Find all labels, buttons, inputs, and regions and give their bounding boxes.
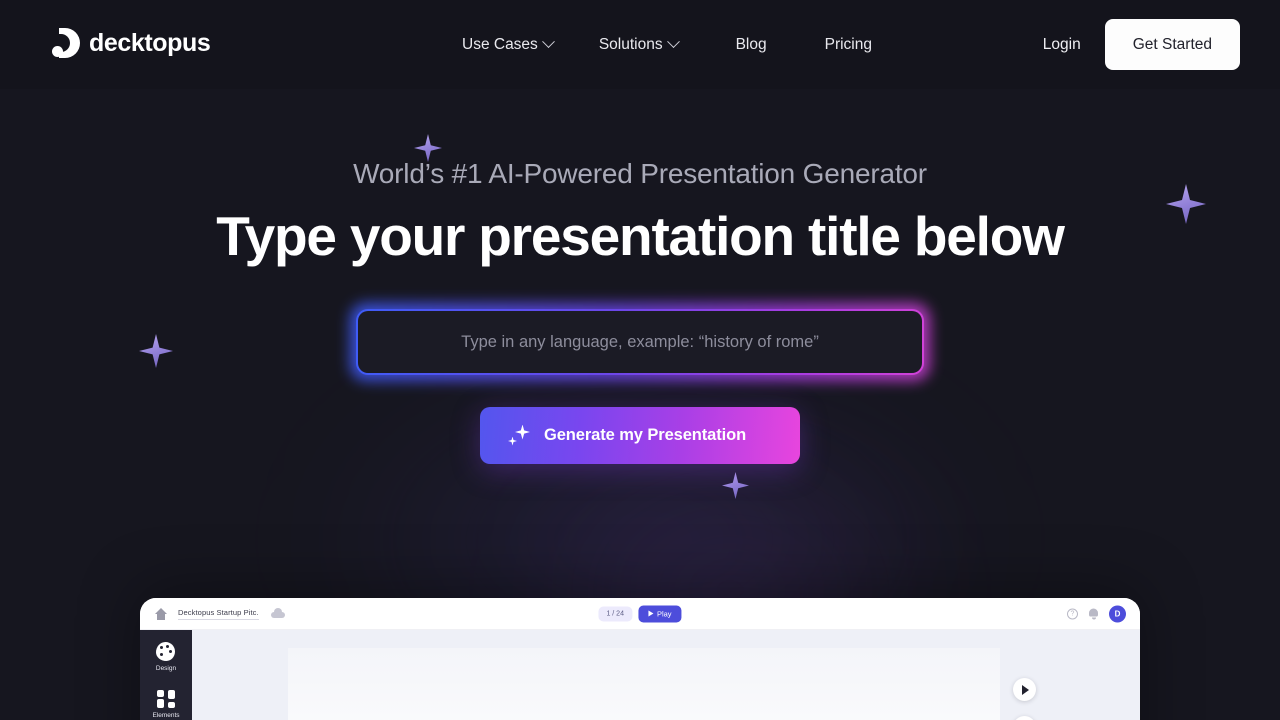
app-sidebar: Design Elements	[140, 630, 192, 720]
slide-counter: 1 / 24	[598, 606, 632, 621]
hero-section: World’s #1 AI-Powered Presentation Gener…	[0, 89, 1280, 464]
brand-name: decktopus	[89, 28, 211, 57]
app-preview-panel: Decktopus Startup Pitc. 1 / 24 Play ? D …	[140, 598, 1140, 720]
sidebar-item-elements[interactable]: Elements	[152, 690, 180, 719]
play-icon	[647, 610, 653, 617]
play-button-label: Play	[656, 609, 672, 618]
app-body: Design Elements	[140, 630, 1140, 720]
login-link[interactable]: Login	[1043, 36, 1081, 54]
decktopus-d-logo-icon	[52, 28, 80, 58]
sparkle-icon	[722, 472, 749, 499]
slide-controls: 1 / 24 Play	[598, 605, 682, 622]
nav-item-use-cases[interactable]: Use Cases	[462, 35, 575, 54]
sparkle-icon	[508, 424, 530, 447]
page-title: Type your presentation title below	[216, 205, 1065, 267]
hero-eyebrow: World’s #1 AI-Powered Presentation Gener…	[353, 158, 927, 189]
nav-label: Pricing	[824, 35, 872, 53]
nav-label: Solutions	[598, 35, 663, 53]
presentation-title-input[interactable]	[358, 311, 922, 373]
help-icon[interactable]: ?	[1067, 608, 1078, 619]
brand-logo[interactable]: decktopus	[52, 28, 211, 58]
get-started-button[interactable]: Get Started	[1104, 19, 1240, 70]
slide-canvas	[192, 630, 1140, 720]
canvas-floating-actions	[1013, 678, 1036, 720]
chevron-down-icon	[666, 35, 680, 49]
grid-icon	[156, 690, 175, 708]
header-actions: Login Get Started	[1043, 0, 1240, 89]
generate-button-label: Generate my Presentation	[544, 425, 747, 444]
deck-title[interactable]: Decktopus Startup Pitc.	[178, 608, 259, 620]
nav-item-blog[interactable]: Blog	[700, 36, 789, 54]
nav-label: Use Cases	[462, 35, 538, 53]
main-navigation: Use Cases Solutions Blog Pricing	[462, 0, 894, 89]
chevron-down-icon	[541, 35, 555, 49]
input-gradient-border	[356, 309, 924, 375]
sidebar-item-design[interactable]: Design	[156, 642, 176, 672]
preview-play-button[interactable]	[1013, 678, 1036, 701]
nav-item-solutions[interactable]: Solutions	[575, 35, 700, 54]
generate-presentation-button[interactable]: Generate my Presentation	[480, 407, 800, 464]
site-header: decktopus Use Cases Solutions Blog Prici…	[0, 0, 1280, 89]
play-icon	[1022, 684, 1029, 695]
play-button[interactable]: Play	[637, 605, 682, 622]
prompt-input-wrapper	[350, 303, 930, 381]
notification-bell-icon[interactable]	[1088, 608, 1099, 620]
landing-page: decktopus Use Cases Solutions Blog Prici…	[0, 0, 1280, 720]
app-account-actions: ? D	[1067, 605, 1126, 622]
slide-surface[interactable]	[288, 648, 1000, 720]
avatar[interactable]: D	[1109, 605, 1126, 622]
nav-label: Blog	[735, 35, 767, 53]
cloud-save-icon	[270, 608, 285, 618]
sidebar-item-label: Design	[155, 665, 177, 672]
palette-icon	[156, 642, 176, 661]
home-icon[interactable]	[155, 607, 167, 620]
nav-item-pricing[interactable]: Pricing	[789, 36, 894, 54]
app-topbar: Decktopus Startup Pitc. 1 / 24 Play ? D	[140, 598, 1140, 630]
voice-record-button[interactable]	[1013, 716, 1036, 720]
sidebar-item-label: Elements	[152, 712, 180, 719]
